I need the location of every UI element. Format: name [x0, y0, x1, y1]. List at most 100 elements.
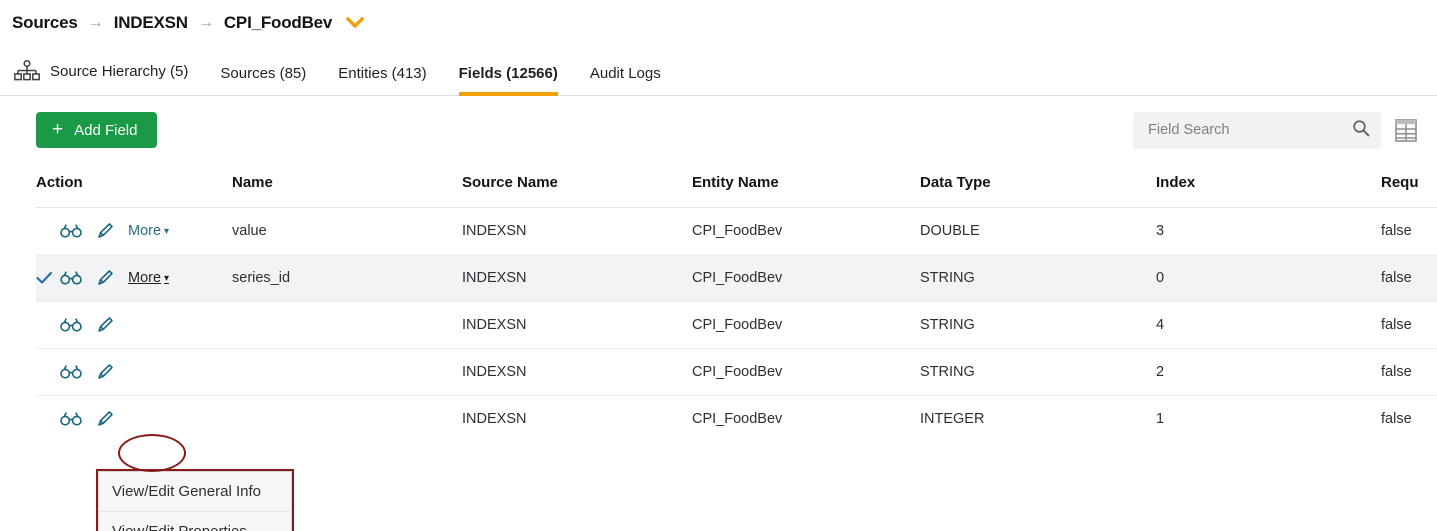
cell-action: More ▾	[36, 254, 232, 302]
plus-icon: +	[52, 118, 64, 140]
cell-index: 1	[1156, 411, 1165, 427]
cell-index: 4	[1156, 301, 1381, 349]
menu-item-view-edit-properties[interactable]: View/Edit Properties	[99, 512, 291, 531]
column-header-entity-name[interactable]: Entity Name	[692, 164, 920, 208]
table-header-row: Action Name Source Name Entity Name Data…	[36, 164, 1437, 208]
binoculars-icon[interactable]	[60, 270, 82, 286]
cell-required: false	[1381, 254, 1437, 302]
cell-index: 3	[1156, 207, 1381, 255]
column-header-name[interactable]: Name	[232, 164, 462, 208]
tab-label: Source Hierarchy (5)	[50, 62, 189, 80]
chevron-down-icon: ▾	[164, 226, 170, 237]
hierarchy-icon	[14, 60, 40, 82]
table-body: More ▾ value INDEXSN CPI_FoodBev DOUBLE 3…	[36, 207, 1437, 443]
cell-required: false	[1381, 348, 1437, 396]
fields-table-container: Action Name Source Name Entity Name Data…	[0, 164, 1437, 531]
cell-data-type: STRING	[920, 348, 1156, 396]
table-row[interactable]: INDEXSN CPI_FoodBev INTEGER 1 false	[36, 396, 1437, 443]
breadcrumb-item-cpi-foodbev[interactable]: CPI_FoodBev	[224, 13, 333, 33]
tab-fields[interactable]: Fields (12566)	[443, 65, 574, 96]
column-header-required[interactable]: Requ	[1381, 164, 1437, 208]
tab-label: Entities (413)	[338, 65, 427, 82]
cell-name: value	[232, 207, 462, 255]
pencil-icon[interactable]	[96, 316, 114, 334]
binoculars-icon[interactable]	[60, 364, 82, 380]
table-row[interactable]: More ▾ series_id INDEXSN CPI_FoodBev STRI…	[36, 254, 1437, 302]
cell-name	[232, 396, 462, 443]
more-dropdown-menu[interactable]: View/Edit General Info View/Edit Propert…	[98, 471, 292, 531]
cell-index: 2	[1156, 348, 1381, 396]
cell-entity-name: CPI_FoodBev	[692, 411, 783, 427]
cell-source-name: INDEXSN	[462, 411, 527, 427]
cell-required: false	[1381, 411, 1412, 427]
search-input[interactable]	[1146, 121, 1352, 139]
cell-name	[232, 301, 462, 349]
binoculars-icon[interactable]	[60, 411, 82, 427]
cell-data-type: STRING	[920, 301, 1156, 349]
cell-action	[36, 348, 232, 396]
tab-source-hierarchy[interactable]: Source Hierarchy (5)	[14, 60, 204, 95]
table-row[interactable]: INDEXSN CPI_FoodBev STRING 2 false	[36, 348, 1437, 396]
more-label: More	[128, 270, 162, 286]
cell-source-name: INDEXSN	[462, 254, 692, 302]
cell-index: 0	[1156, 254, 1381, 302]
toolbar: + Add Field	[0, 96, 1437, 164]
cell-data-type: DOUBLE	[920, 207, 1156, 255]
fields-table: Action Name Source Name Entity Name Data…	[36, 164, 1437, 442]
cell-data-type: INTEGER	[920, 411, 985, 427]
menu-item-view-edit-general-info[interactable]: View/Edit General Info	[99, 472, 291, 512]
cell-name: series_id	[232, 254, 462, 302]
breadcrumb-separator: →	[197, 14, 214, 31]
cell-name	[232, 348, 462, 396]
add-field-button[interactable]: + Add Field	[36, 112, 158, 148]
table-row[interactable]: INDEXSN CPI_FoodBev STRING 4 false	[36, 301, 1437, 349]
pencil-icon[interactable]	[96, 222, 114, 240]
pencil-icon[interactable]	[96, 269, 114, 287]
chevron-down-icon: ▾	[164, 273, 170, 284]
toolbar-right-group	[1133, 111, 1417, 149]
table-row[interactable]: More ▾ value INDEXSN CPI_FoodBev DOUBLE 3…	[36, 207, 1437, 255]
binoculars-icon[interactable]	[60, 223, 82, 239]
checkmark-icon	[36, 271, 60, 285]
tab-label: Fields (12566)	[458, 65, 558, 82]
column-header-data-type[interactable]: Data Type	[920, 164, 1156, 208]
cell-entity-name: CPI_FoodBev	[692, 207, 920, 255]
more-dropdown-link[interactable]: More ▾	[128, 223, 169, 239]
tab-sources[interactable]: Sources (85)	[204, 65, 322, 95]
pencil-icon[interactable]	[96, 410, 114, 428]
table-grid-icon[interactable]	[1395, 118, 1417, 142]
cell-data-type: STRING	[920, 254, 1156, 302]
column-header-source-name[interactable]: Source Name	[462, 164, 692, 208]
cell-source-name: INDEXSN	[462, 348, 692, 396]
breadcrumb-separator: →	[87, 14, 104, 31]
tab-label: Audit Logs	[589, 65, 661, 82]
cell-required: false	[1381, 301, 1437, 349]
table-header: Action Name Source Name Entity Name Data…	[36, 164, 1437, 208]
breadcrumb: Sources → INDEXSN → CPI_FoodBev	[0, 0, 1437, 46]
more-label: More	[128, 223, 162, 239]
breadcrumb-item-sources[interactable]: Sources	[12, 13, 78, 33]
cell-required: false	[1381, 207, 1437, 255]
field-search-box[interactable]	[1133, 111, 1381, 149]
tab-audit-logs[interactable]: Audit Logs	[574, 65, 677, 95]
tab-label: Sources (85)	[220, 65, 307, 82]
binoculars-icon[interactable]	[60, 317, 82, 333]
cell-entity-name: CPI_FoodBev	[692, 348, 920, 396]
cell-action: More ▾	[36, 207, 232, 255]
tab-bar: Source Hierarchy (5) Sources (85) Entiti…	[0, 46, 1437, 96]
tab-entities[interactable]: Entities (413)	[322, 65, 442, 95]
pencil-icon[interactable]	[96, 363, 114, 381]
cell-action	[36, 396, 232, 443]
breadcrumb-item-indexsn[interactable]: INDEXSN	[114, 13, 188, 33]
search-icon[interactable]	[1352, 119, 1370, 142]
cell-source-name: INDEXSN	[462, 301, 692, 349]
more-dropdown-link-active[interactable]: More ▾	[128, 270, 169, 286]
column-header-index[interactable]: Index	[1156, 164, 1381, 208]
cell-entity-name: CPI_FoodBev	[692, 254, 920, 302]
chevron-down-icon[interactable]	[341, 16, 365, 30]
add-field-label: Add Field	[74, 121, 138, 139]
cell-entity-name: CPI_FoodBev	[692, 301, 920, 349]
cell-action	[36, 301, 232, 349]
column-header-action[interactable]: Action	[36, 164, 232, 208]
cell-source-name: INDEXSN	[462, 207, 692, 255]
